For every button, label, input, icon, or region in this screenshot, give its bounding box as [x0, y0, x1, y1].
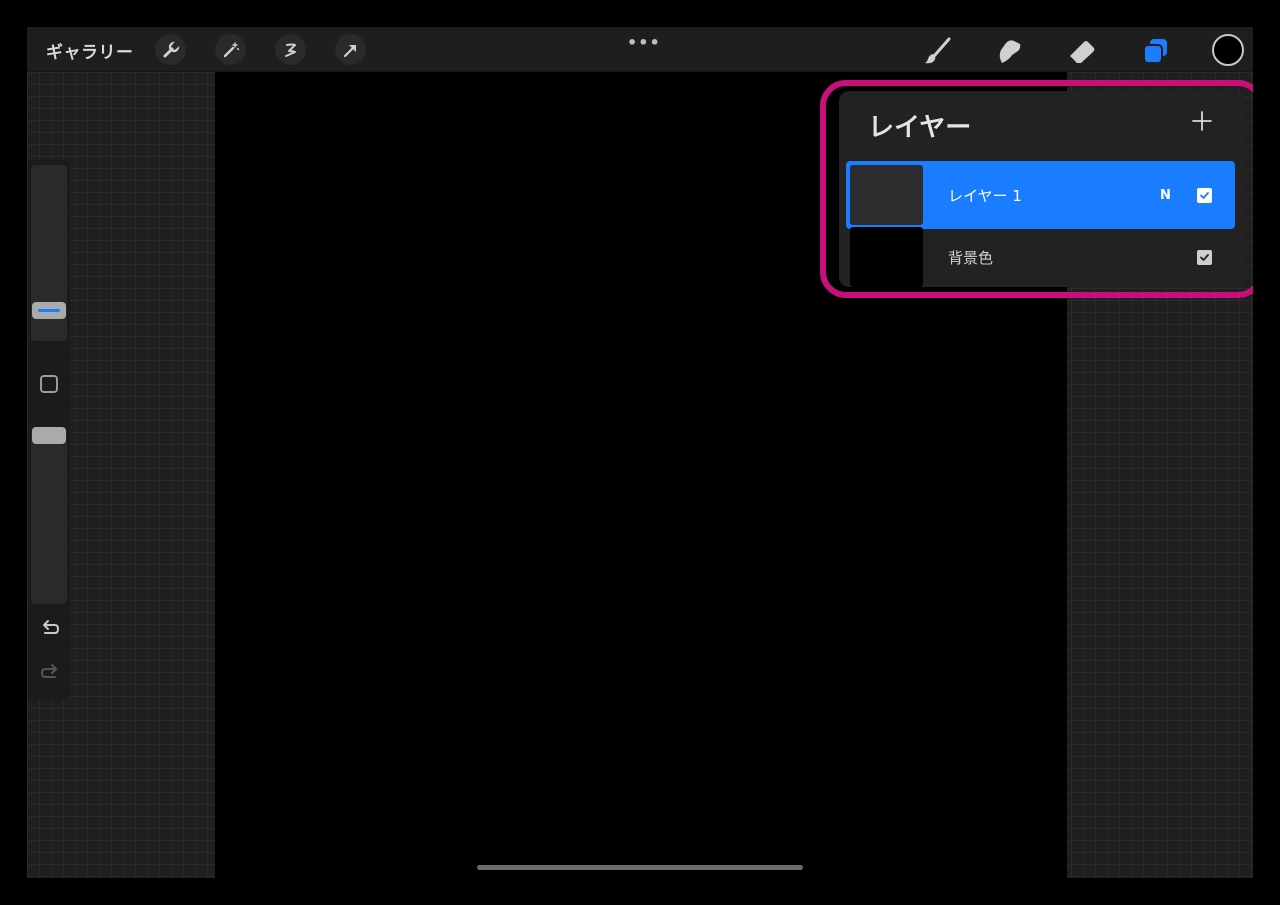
modify-button[interactable] [40, 375, 58, 393]
checkmark-icon [1200, 192, 1209, 199]
blend-mode-button[interactable]: N [1160, 188, 1171, 203]
visibility-checkbox[interactable] [1197, 250, 1212, 265]
top-toolbar: ギャラリー ••• [27, 27, 1253, 72]
layers-icon [1143, 39, 1167, 64]
procreate-window: ギャラリー ••• レイヤー レイヤー 1 N 背景色 [27, 27, 1253, 878]
more-menu[interactable]: ••• [627, 33, 661, 52]
checkmark-icon [1200, 254, 1209, 261]
visibility-checkbox[interactable] [1197, 188, 1212, 203]
brush-tool[interactable] [920, 34, 954, 68]
actions-button[interactable] [155, 34, 186, 65]
adjustments-button[interactable] [215, 34, 246, 65]
layers-tool[interactable] [1138, 34, 1172, 68]
brush-icon [925, 37, 951, 64]
selection-icon [284, 43, 296, 57]
add-layer-button[interactable] [1189, 108, 1215, 134]
home-indicator [477, 865, 803, 870]
layer-row[interactable]: 背景色 [846, 223, 1235, 291]
magic-wand-icon [223, 41, 239, 57]
transform-arrow-icon [343, 44, 356, 57]
wrench-icon [163, 40, 180, 57]
undo-icon [43, 620, 60, 634]
gallery-button[interactable]: ギャラリー [46, 38, 134, 63]
layer-thumbnail [850, 227, 923, 287]
active-indicator [38, 309, 60, 312]
eraser-icon [1069, 41, 1095, 64]
opacity-handle[interactable] [32, 427, 66, 444]
redo-icon [40, 664, 57, 678]
plus-icon [1192, 111, 1212, 131]
brush-size-handle[interactable] [32, 302, 66, 319]
layer-name: レイヤー 1 [948, 187, 1022, 205]
undo-button[interactable] [39, 618, 61, 640]
smudge-tool[interactable] [992, 34, 1026, 68]
layer-thumbnail [850, 165, 923, 225]
panel-title: レイヤー [868, 113, 972, 143]
layer-row[interactable]: レイヤー 1 N [846, 161, 1235, 229]
redo-button[interactable] [39, 662, 61, 684]
smudge-icon [999, 40, 1021, 63]
transform-button[interactable] [335, 34, 366, 65]
left-sidebar [28, 160, 70, 700]
selection-button[interactable] [275, 34, 306, 65]
color-picker-button[interactable] [1212, 34, 1244, 66]
layer-name: 背景色 [948, 249, 994, 267]
eraser-tool[interactable] [1065, 34, 1099, 68]
layers-panel: レイヤー レイヤー 1 N 背景色 [839, 91, 1245, 287]
opacity-slider[interactable] [31, 428, 67, 604]
